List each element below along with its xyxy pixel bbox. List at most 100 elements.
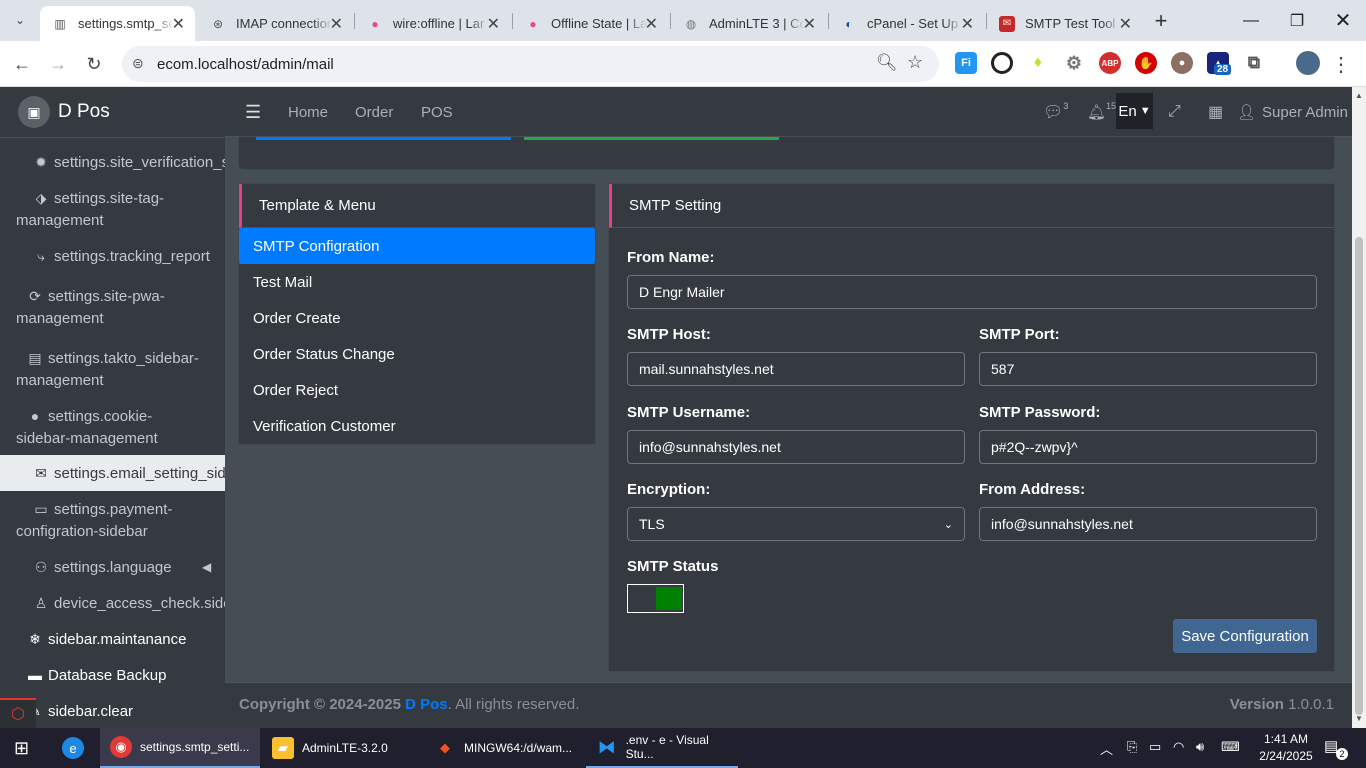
url-text[interactable]: ecom.localhost/admin/mail bbox=[157, 56, 334, 73]
menu-item-label: Order Status Change bbox=[253, 345, 395, 363]
menu-item-order-status-change[interactable]: Order Status Change bbox=[239, 336, 595, 372]
smtp-password-input[interactable]: p#2Q--zwpv}^ bbox=[979, 430, 1317, 464]
tray-device-icon[interactable]: ⎘ bbox=[1127, 739, 1137, 755]
back-button[interactable]: ← bbox=[6, 48, 38, 80]
encryption-select[interactable]: TLS ⌄ bbox=[627, 507, 965, 541]
close-window-button[interactable]: ✕ bbox=[1320, 0, 1366, 41]
close-icon[interactable]: ✕ bbox=[961, 14, 974, 34]
sidebar-item-cookie[interactable]: ● settings.cookie-sidebar-management bbox=[0, 405, 205, 450]
pushmenu-button[interactable]: ☰ bbox=[245, 87, 261, 137]
tray-chevron-icon[interactable]: ︿ bbox=[1100, 739, 1113, 758]
fullscreen-button[interactable]: ⤢ bbox=[1168, 87, 1181, 137]
ext-hand-icon[interactable]: ✋ bbox=[1135, 52, 1157, 74]
menu-item-order-create[interactable]: Order Create bbox=[239, 300, 595, 336]
menu-item-verification-customer[interactable]: Verification Customer bbox=[239, 408, 595, 444]
sidebar-item-email-setting[interactable]: ✉ settings.email_setting_side bbox=[0, 455, 225, 491]
address-bar[interactable]: ⊜ ecom.localhost/admin/mail 🔍︎ ☆ bbox=[122, 46, 939, 82]
profile-avatar[interactable] bbox=[1296, 51, 1320, 75]
footer-brand-link[interactable]: D Pos bbox=[405, 696, 448, 713]
tab-2[interactable]: ● wire:offline | Lar ✕ bbox=[355, 6, 510, 41]
sidebar-item-maintanance[interactable]: ❄ sidebar.maintanance bbox=[0, 628, 225, 651]
sidebar-item-tracking-report[interactable]: ⤷ settings.tracking_report bbox=[0, 245, 225, 268]
reload-button[interactable]: ↻ bbox=[78, 48, 110, 80]
from-address-input[interactable]: info@sunnahstyles.net bbox=[979, 507, 1317, 541]
new-tab-button[interactable]: + bbox=[1145, 5, 1177, 37]
sidebar-item-database-backup[interactable]: ▬ Database Backup bbox=[0, 664, 225, 687]
nav-link-pos[interactable]: POS bbox=[421, 87, 453, 137]
menu-item-smtp-configration[interactable]: SMTP Configration bbox=[239, 228, 595, 264]
tab-0[interactable]: ▥ settings.smtp_se ✕ bbox=[40, 6, 195, 41]
close-icon[interactable]: ✕ bbox=[1119, 14, 1132, 34]
pwa-icon: ⟳ bbox=[29, 288, 41, 304]
brand-link[interactable]: ▣ D Pos bbox=[0, 87, 225, 138]
tab-4[interactable]: ◍ AdminLTE 3 | Co ✕ bbox=[671, 6, 826, 41]
scrollbar-thumb[interactable] bbox=[1355, 237, 1363, 715]
tab-6[interactable]: ✉ SMTP Test Tool ✕ bbox=[987, 6, 1142, 41]
taskbar-clock[interactable]: 1:41 AM 2/24/2025 bbox=[1256, 731, 1316, 765]
ext-bulb-icon[interactable]: ♦ bbox=[1027, 52, 1049, 74]
windows-taskbar: ⊞ e ◉ settings.smtp_setti... ▰ AdminLTE-… bbox=[0, 728, 1366, 768]
tab-5[interactable]: ◐ cPanel - Set Up ✕ bbox=[829, 6, 984, 41]
menu-item-test-mail[interactable]: Test Mail bbox=[239, 264, 595, 300]
tab-3[interactable]: ● Offline State | La ✕ bbox=[513, 6, 668, 41]
sidebar-item-language[interactable]: ⚇ settings.language ◀ bbox=[0, 556, 225, 579]
messages-button[interactable]: 💬︎ 3 bbox=[1043, 87, 1068, 137]
taskbar-app-explorer[interactable]: ▰ AdminLTE-3.2.0 bbox=[262, 728, 422, 768]
save-configuration-button[interactable]: Save Configuration bbox=[1173, 619, 1317, 653]
card-icon: ▭ bbox=[34, 501, 48, 517]
apps-button[interactable]: ▦ bbox=[1208, 87, 1223, 137]
extensions-puzzle-icon[interactable]: ⧉ bbox=[1243, 52, 1265, 74]
nav-link-order[interactable]: Order bbox=[355, 87, 393, 137]
battery-icon[interactable]: ▭ bbox=[1149, 739, 1161, 755]
smtp-port-input[interactable]: 587 bbox=[979, 352, 1317, 386]
minimize-button[interactable]: — bbox=[1228, 0, 1274, 41]
taskbar-app-chrome[interactable]: ◉ settings.smtp_setti... bbox=[100, 728, 260, 768]
language-select[interactable]: En ▼ bbox=[1116, 93, 1153, 129]
close-icon[interactable]: ✕ bbox=[645, 14, 658, 34]
sidebar-item-site-pwa[interactable]: ⟳ settings.site-pwa-management bbox=[0, 285, 205, 330]
ext-color-icon[interactable] bbox=[991, 52, 1013, 74]
smtp-username-input[interactable]: info@sunnahstyles.net bbox=[627, 430, 965, 464]
sidebar-item-site-verification[interactable]: ✹ settings.site_verification_si bbox=[0, 151, 225, 174]
sidebar-item-device-access[interactable]: ♙ device_access_check.sideb bbox=[0, 592, 225, 615]
ext-abp-icon[interactable]: ABP bbox=[1099, 52, 1121, 74]
sidebar-item-site-tag[interactable]: ⬗ settings.site-tag-management bbox=[0, 187, 205, 232]
close-icon[interactable]: ✕ bbox=[172, 14, 185, 34]
scroll-up-icon[interactable]: ▲ bbox=[1355, 91, 1363, 100]
taskbar-app-vscode[interactable]: ⧓ .env - e - Visual Stu... bbox=[586, 728, 738, 768]
ext-fi-icon[interactable]: Fi bbox=[955, 52, 977, 74]
browser-tab-bar: ⌄ ▥ settings.smtp_se ✕ ⊛ IMAP connection… bbox=[0, 0, 1366, 41]
page-scrollbar[interactable]: ▲ ▼ bbox=[1352, 87, 1366, 728]
start-button[interactable]: ⊞ bbox=[0, 728, 48, 768]
forward-button[interactable]: → bbox=[42, 48, 74, 80]
taskbar-app-git-bash[interactable]: ◆ MINGW64:/d/wam... bbox=[424, 728, 584, 768]
smtp-status-toggle[interactable] bbox=[627, 584, 684, 613]
close-icon[interactable]: ✕ bbox=[803, 14, 816, 34]
site-info-icon[interactable]: ⊜ bbox=[132, 55, 144, 72]
sidebar-item-payment[interactable]: ▭ settings.payment-configration-sidebar bbox=[0, 498, 205, 543]
restore-button[interactable]: ❐ bbox=[1274, 0, 1320, 41]
tab-search-button[interactable]: ⌄ bbox=[6, 5, 34, 35]
wifi-icon[interactable]: ◠ bbox=[1173, 739, 1184, 755]
sidebar-item-takto[interactable]: ▤ settings.takto_sidebar-management bbox=[0, 347, 205, 392]
close-icon[interactable]: ✕ bbox=[487, 14, 500, 34]
close-icon[interactable]: ✕ bbox=[330, 14, 343, 34]
zoom-icon[interactable]: 🔍︎ bbox=[876, 53, 898, 73]
user-menu[interactable]: 👤︎ Super Admin bbox=[1237, 87, 1348, 137]
menu-item-order-reject[interactable]: Order Reject bbox=[239, 372, 595, 408]
volume-icon[interactable]: 🔊︎ bbox=[1196, 739, 1204, 755]
bookmark-star-icon[interactable]: ☆ bbox=[907, 52, 923, 73]
browser-menu-button[interactable]: ⋮ bbox=[1325, 48, 1357, 80]
reload-icon: ↻ bbox=[86, 53, 102, 74]
chevron-down-icon: ▼ bbox=[1139, 105, 1151, 117]
nav-link-home[interactable]: Home bbox=[288, 87, 328, 137]
tab-1[interactable]: ⊛ IMAP connection ✕ bbox=[198, 6, 353, 41]
taskbar-edge[interactable]: e bbox=[52, 728, 98, 768]
smtp-host-input[interactable]: mail.sunnahstyles.net bbox=[627, 352, 965, 386]
notifications-button[interactable]: 🔔︎ 15 bbox=[1087, 87, 1116, 137]
ext-gear-icon[interactable]: ⚙ bbox=[1063, 52, 1085, 74]
keyboard-icon[interactable]: ⌨ bbox=[1221, 739, 1240, 755]
ext-cookie-icon[interactable]: ● bbox=[1171, 52, 1193, 74]
scroll-down-icon[interactable]: ▼ bbox=[1355, 714, 1363, 723]
from-name-input[interactable]: D Engr Mailer bbox=[627, 275, 1317, 309]
